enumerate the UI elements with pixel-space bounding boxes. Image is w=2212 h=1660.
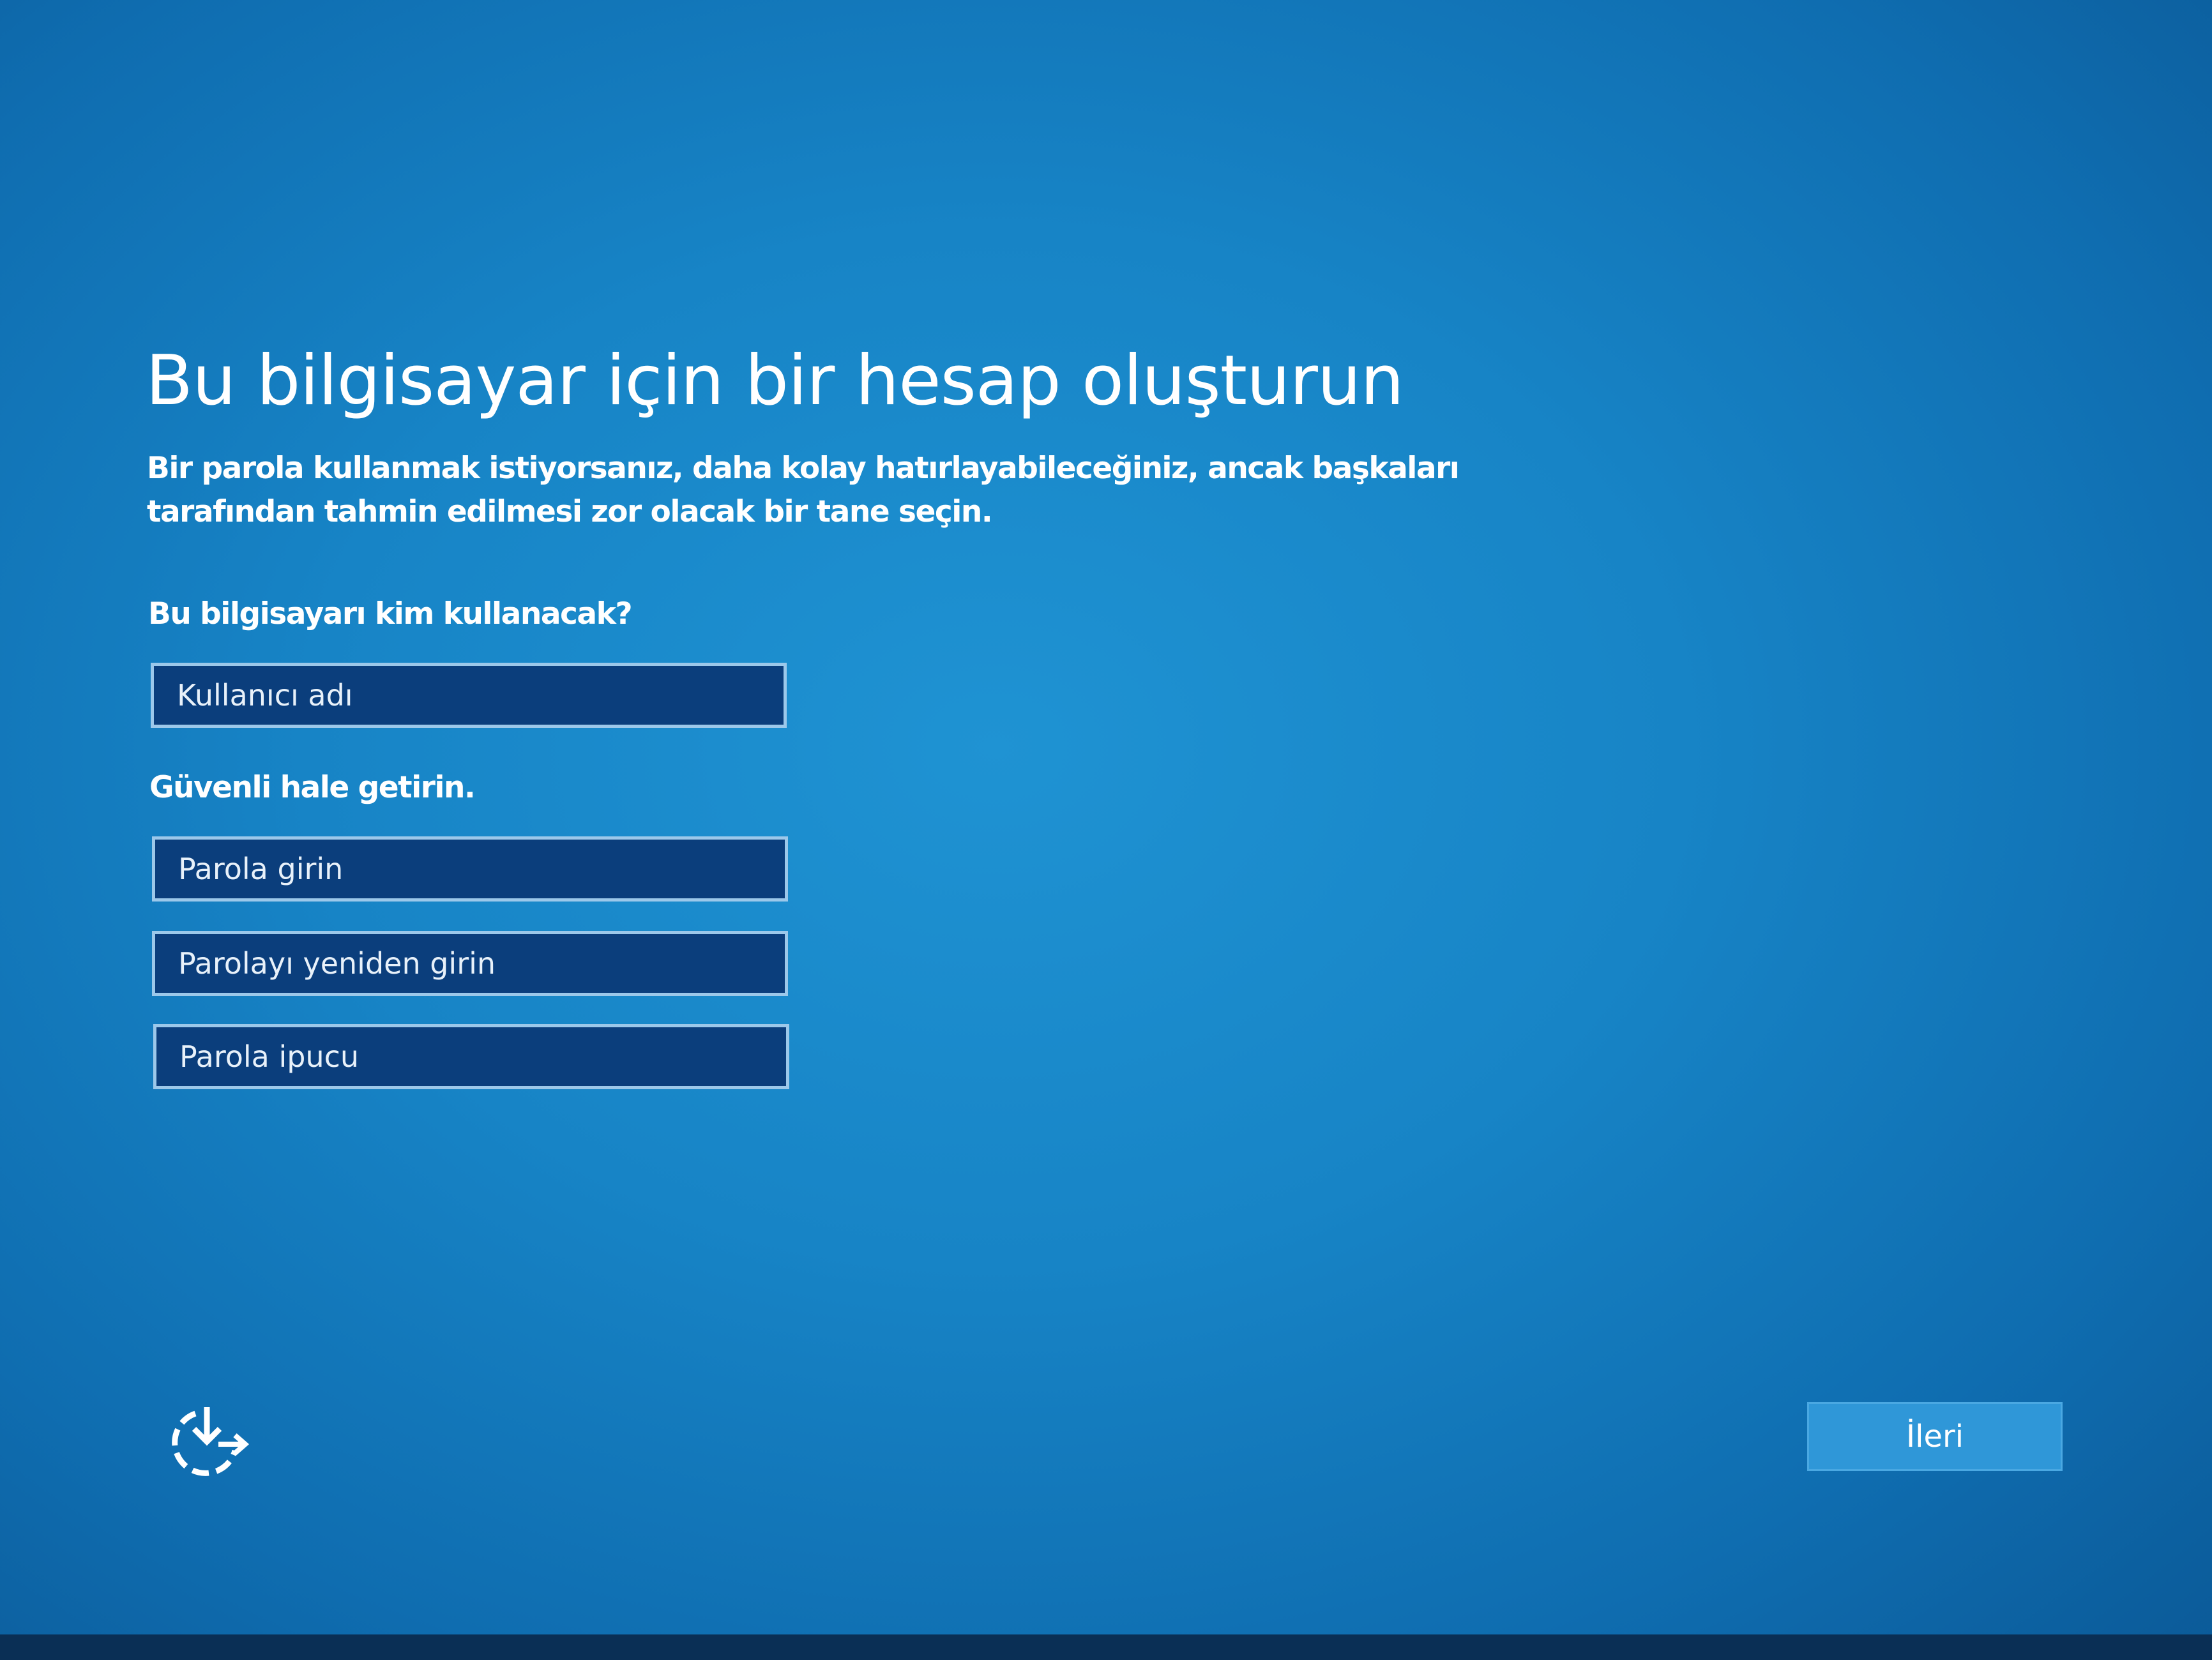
password-hint-input[interactable] — [156, 1027, 786, 1086]
screen-bottom-edge — [0, 1634, 2212, 1660]
next-button[interactable]: İleri — [1807, 1402, 2063, 1471]
ease-of-access-icon — [172, 1407, 250, 1476]
password-field-box — [152, 836, 788, 902]
setup-screen: Bu bilgisayar için bir hesap oluşturun B… — [0, 0, 2212, 1660]
password-hint-field-box — [153, 1024, 789, 1089]
secure-label: Güvenli hale getirin. — [149, 770, 476, 805]
reenter-password-field-box — [152, 931, 788, 996]
page-description: Bir parola kullanmak istiyorsanız, daha … — [147, 451, 1460, 529]
username-input[interactable] — [154, 666, 784, 725]
username-field-box — [151, 663, 787, 728]
reenter-password-input[interactable] — [155, 934, 785, 993]
user-question-label: Bu bilgisayarı kim kullanacak? — [148, 596, 633, 631]
page-title: Bu bilgisayar için bir hesap oluşturun — [146, 341, 1404, 421]
password-input[interactable] — [155, 840, 785, 898]
ease-of-access-button[interactable] — [167, 1405, 250, 1481]
